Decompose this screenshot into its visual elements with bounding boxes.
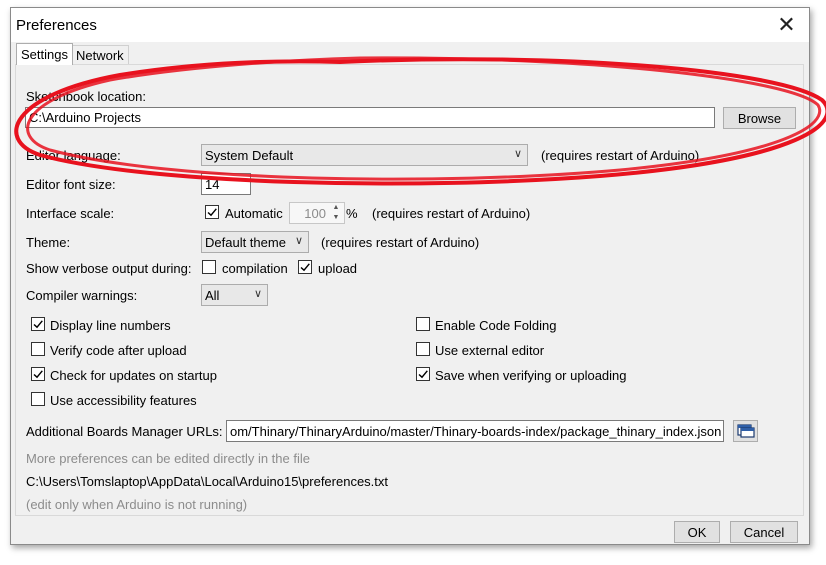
- chevron-down-icon: ∨: [253, 288, 262, 300]
- chevron-down-icon: ∨: [513, 148, 522, 160]
- code-folding-label: Enable Code Folding: [435, 318, 557, 333]
- title-bar: Preferences ✕: [11, 8, 809, 42]
- external-editor-label: Use external editor: [435, 343, 545, 358]
- compilation-checkbox[interactable]: [202, 260, 216, 274]
- check-updates-label: Check for updates on startup: [50, 368, 217, 383]
- compilation-label: compilation: [222, 261, 288, 276]
- boards-urls-label: Additional Boards Manager URLs:: [26, 424, 223, 439]
- theme-note: (requires restart of Arduino): [321, 235, 480, 250]
- checkmark-icon: [33, 370, 43, 379]
- upload-label: upload: [318, 261, 358, 276]
- ok-button[interactable]: OK: [674, 521, 720, 543]
- preferences-window: Preferences ✕ Settings Network Sketchboo…: [10, 7, 810, 545]
- compiler-warnings-label: Compiler warnings:: [26, 288, 138, 303]
- save-when-verifying-checkbox[interactable]: [416, 367, 430, 381]
- theme-value: Default theme: [205, 234, 286, 250]
- checkmark-icon: [300, 263, 310, 272]
- close-button[interactable]: ✕: [764, 8, 809, 42]
- preferences-path: C:\Users\Tomslaptop\AppData\Local\Arduin…: [26, 474, 389, 489]
- checkmark-icon: [418, 370, 428, 379]
- verify-after-upload-checkbox[interactable]: [31, 342, 45, 356]
- scale-spinner[interactable]: 100 ▲ ▼: [289, 202, 345, 224]
- check-updates-checkbox[interactable]: [31, 367, 45, 381]
- checkmark-icon: [33, 320, 43, 329]
- editor-language-label: Editor language:: [26, 148, 121, 163]
- verify-after-upload-label: Verify code after upload: [50, 343, 187, 358]
- editor-language-select[interactable]: System Default ∨: [201, 144, 528, 166]
- edit-urls-button[interactable]: [733, 420, 758, 442]
- interface-scale-label: Interface scale:: [26, 206, 115, 221]
- tab-settings[interactable]: Settings: [16, 43, 73, 65]
- window-title: Preferences: [16, 17, 97, 34]
- window-list-icon: [736, 424, 755, 438]
- font-size-input[interactable]: 14: [201, 173, 251, 195]
- compiler-warnings-value: All: [205, 287, 220, 303]
- more-preferences-text: More preferences can be edited directly …: [26, 451, 310, 466]
- tab-network[interactable]: Network: [71, 45, 129, 65]
- font-size-label: Editor font size:: [26, 177, 116, 192]
- settings-panel: Sketchbook location: C:\Arduino Projects…: [15, 64, 804, 516]
- accessibility-label: Use accessibility features: [50, 393, 197, 408]
- scale-unit: %: [346, 206, 358, 221]
- theme-label: Theme:: [26, 235, 71, 250]
- browse-button[interactable]: Browse: [723, 107, 796, 129]
- theme-select[interactable]: Default theme ∨: [201, 231, 309, 253]
- chevron-down-icon: ∨: [294, 235, 303, 247]
- edit-note: (edit only when Arduino is not running): [26, 497, 248, 512]
- automatic-label: Automatic: [225, 206, 283, 221]
- automatic-checkbox[interactable]: [205, 205, 219, 219]
- upload-checkbox[interactable]: [298, 260, 312, 274]
- checkmark-icon: [207, 208, 217, 217]
- interface-scale-note: (requires restart of Arduino): [372, 206, 531, 221]
- spinner-arrows-icon[interactable]: ▲ ▼: [330, 203, 342, 223]
- external-editor-checkbox[interactable]: [416, 342, 430, 356]
- accessibility-checkbox[interactable]: [31, 392, 45, 406]
- close-icon: ✕: [777, 12, 796, 37]
- cancel-button[interactable]: Cancel: [730, 521, 798, 543]
- verbose-label: Show verbose output during:: [26, 261, 192, 276]
- editor-language-value: System Default: [205, 147, 294, 163]
- code-folding-checkbox[interactable]: [416, 317, 430, 331]
- sketchbook-label: Sketchbook location:: [26, 89, 146, 104]
- editor-language-note: (requires restart of Arduino): [541, 148, 700, 163]
- display-line-numbers-checkbox[interactable]: [31, 317, 45, 331]
- boards-urls-input[interactable]: om/Thinary/ThinaryArduino/master/Thinary…: [226, 420, 724, 442]
- save-when-verifying-label: Save when verifying or uploading: [435, 368, 627, 383]
- compiler-warnings-select[interactable]: All ∨: [201, 284, 268, 306]
- scale-value: 100: [304, 205, 326, 221]
- display-line-numbers-label: Display line numbers: [50, 318, 171, 333]
- sketchbook-input[interactable]: C:\Arduino Projects: [25, 107, 715, 128]
